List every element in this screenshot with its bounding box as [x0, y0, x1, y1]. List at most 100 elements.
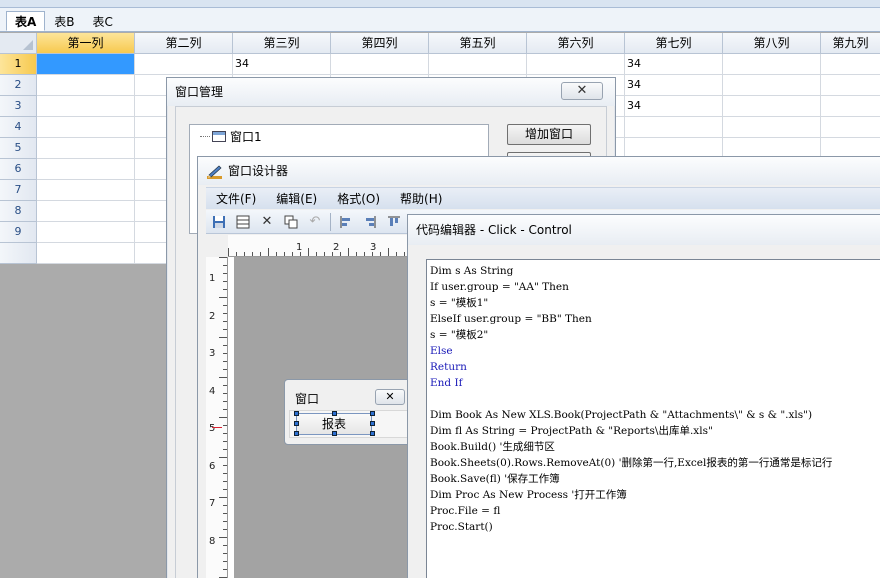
column-header[interactable]: 第八列 — [723, 33, 821, 54]
row-header[interactable]: 9 — [0, 222, 37, 243]
sheet-tab[interactable]: 表C — [84, 11, 122, 31]
resize-handle[interactable] — [370, 421, 375, 426]
resize-handle[interactable] — [332, 411, 337, 416]
table-cell[interactable]: 34 — [625, 96, 723, 117]
copy-icon[interactable] — [282, 213, 300, 231]
table-cell[interactable] — [723, 96, 821, 117]
code-line: Dim s As String — [430, 265, 514, 277]
align-right-icon[interactable] — [361, 213, 379, 231]
designed-window[interactable]: 窗口 ✕ 报表 — [284, 379, 414, 445]
table-cell[interactable] — [821, 75, 880, 96]
align-left-icon[interactable] — [337, 213, 355, 231]
resize-handle[interactable] — [294, 431, 299, 436]
table-icon[interactable] — [234, 213, 252, 231]
row-header[interactable]: 3 — [0, 96, 37, 117]
table-cell[interactable] — [625, 117, 723, 138]
resize-handle[interactable] — [370, 411, 375, 416]
menu-file[interactable]: 文件(F) — [216, 190, 256, 207]
align-top-icon[interactable] — [385, 213, 403, 231]
code-text-area[interactable]: Dim s As String If user.group = "AA" Then… — [426, 259, 880, 578]
table-cell[interactable] — [821, 96, 880, 117]
column-header[interactable]: 第一列 — [37, 33, 135, 54]
column-header[interactable]: 第九列 — [821, 33, 880, 54]
table-cell[interactable] — [37, 54, 135, 75]
ruler-label: 6 — [209, 460, 216, 472]
ruler-tick — [276, 252, 277, 256]
ruler-tick — [356, 252, 357, 256]
resize-handle[interactable] — [370, 431, 375, 436]
table-cell[interactable] — [821, 117, 880, 138]
table-cell[interactable] — [821, 54, 880, 75]
column-header[interactable]: 第七列 — [625, 33, 723, 54]
ruler-tick — [223, 329, 227, 330]
table-cell[interactable] — [723, 54, 821, 75]
column-header[interactable]: 第二列 — [135, 33, 233, 54]
code-line: If user.group = "AA" Then — [430, 281, 569, 293]
column-header[interactable]: 第六列 — [527, 33, 625, 54]
row-header[interactable]: 6 — [0, 159, 37, 180]
ruler-tick — [236, 252, 237, 256]
tree-item-window1[interactable]: 窗口1 — [200, 128, 262, 145]
ruler-label: 3 — [209, 348, 216, 359]
table-cell[interactable] — [37, 243, 135, 264]
sheet-tab[interactable]: 表B — [45, 11, 83, 31]
resize-handle[interactable] — [332, 431, 337, 436]
table-cell[interactable] — [37, 159, 135, 180]
menu-edit[interactable]: 编辑(E) — [276, 190, 317, 207]
ruler-tick — [223, 361, 227, 362]
code-line: Else — [430, 345, 453, 357]
resize-handle[interactable] — [294, 421, 299, 426]
code-editor-title: 代码编辑器 - Click - Control — [408, 215, 880, 245]
sheet-tab[interactable]: 表A — [6, 11, 46, 31]
column-header[interactable]: 第三列 — [233, 33, 331, 54]
add-window-button[interactable]: 增加窗口 — [507, 124, 591, 145]
row-header[interactable]: 5 — [0, 138, 37, 159]
table-cell[interactable] — [135, 54, 233, 75]
column-header[interactable]: 第五列 — [429, 33, 527, 54]
menu-help[interactable]: 帮助(H) — [400, 190, 442, 207]
ruler-tick — [260, 252, 261, 256]
menu-format[interactable]: 格式(O) — [337, 190, 380, 207]
column-header[interactable]: 第四列 — [331, 33, 429, 54]
row-header[interactable]: 7 — [0, 180, 37, 201]
designed-window-close-button[interactable]: ✕ — [375, 389, 405, 405]
table-cell[interactable] — [37, 75, 135, 96]
table-cell[interactable] — [723, 75, 821, 96]
window-manager-close-button[interactable]: ✕ — [561, 82, 603, 100]
table-cell[interactable] — [527, 54, 625, 75]
ruler-tick — [223, 305, 227, 306]
table-cell[interactable]: 34 — [233, 54, 331, 75]
ruler-tick — [219, 537, 227, 538]
table-cell[interactable] — [331, 54, 429, 75]
ruler-tick — [223, 321, 227, 322]
table-cell[interactable] — [429, 54, 527, 75]
table-cell[interactable]: 34 — [625, 54, 723, 75]
top-strip — [0, 0, 880, 8]
save-icon[interactable] — [210, 213, 228, 231]
ruler-tick — [404, 252, 405, 256]
table-cell[interactable]: 34 — [625, 75, 723, 96]
table-cell[interactable] — [37, 138, 135, 159]
table-cell[interactable] — [37, 201, 135, 222]
select-all-corner[interactable] — [0, 33, 37, 54]
resize-handle[interactable] — [294, 411, 299, 416]
ruler-tick — [219, 457, 227, 458]
table-cell[interactable] — [37, 117, 135, 138]
row-header[interactable]: 1 — [0, 54, 37, 75]
cut-icon[interactable]: ✕ — [258, 213, 276, 231]
app-root: 表A 表B 表C 第一列 第二列 第三列 第四列 第五列 第六列 第七列 第八列 第九列 1 34 34 2… — [0, 0, 880, 578]
code-line: Dim Book As New XLS.Book(ProjectPath & "… — [430, 409, 813, 421]
row-header[interactable]: 8 — [0, 201, 37, 222]
row-header[interactable]: 2 — [0, 75, 37, 96]
ruler-tick — [219, 497, 227, 498]
table-cell[interactable] — [37, 180, 135, 201]
table-cell[interactable] — [723, 117, 821, 138]
ruler-tick — [223, 465, 227, 466]
ruler-tick — [223, 561, 227, 562]
row-header[interactable] — [0, 243, 37, 264]
tree-connector — [200, 136, 210, 137]
row-header[interactable]: 4 — [0, 117, 37, 138]
table-cell[interactable] — [37, 222, 135, 243]
table-cell[interactable] — [37, 96, 135, 117]
undo-icon[interactable]: ↶ — [306, 213, 324, 231]
